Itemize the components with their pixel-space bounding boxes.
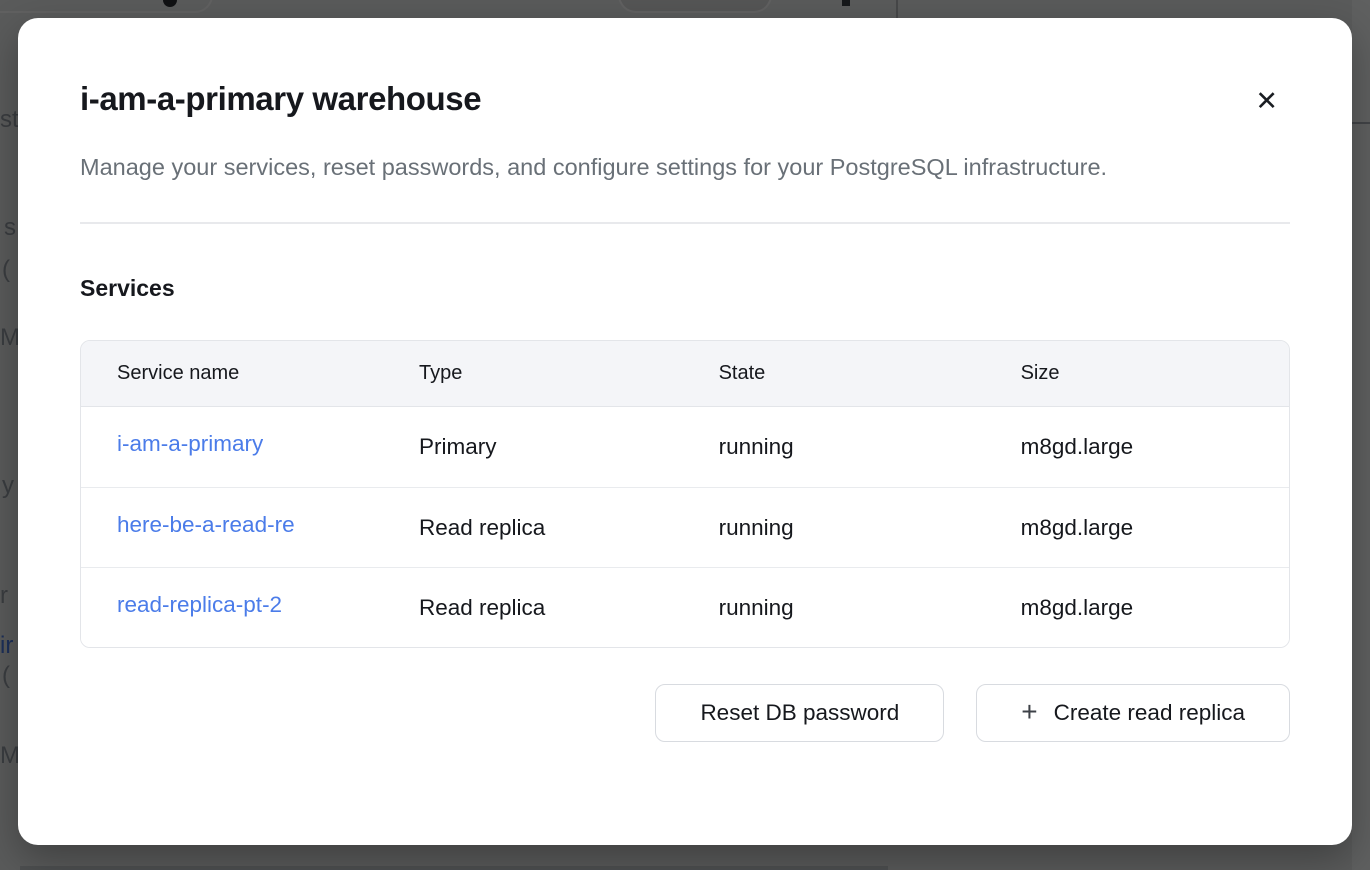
services-table: Service name Type State Size i-am-a-prim… [80,340,1290,648]
service-state: running [683,595,985,621]
create-read-replica-button[interactable]: + Create read replica [976,684,1290,742]
reset-db-password-label: Reset DB password [700,700,899,726]
service-state: running [683,434,985,460]
service-type: Read replica [383,515,683,541]
service-size: m8gd.large [985,515,1289,541]
close-icon: ✕ [1255,86,1278,116]
column-header-type: Type [383,362,683,385]
divider [80,222,1290,224]
service-link[interactable]: here-be-a-read-re [117,512,295,538]
modal-header: i-am-a-primary warehouse ✕ [80,76,1290,122]
service-size: m8gd.large [985,595,1289,621]
service-link[interactable]: read-replica-pt-2 [117,592,282,618]
column-header-state: State [683,362,985,385]
create-read-replica-label: Create read replica [1054,700,1245,726]
column-header-size: Size [985,362,1289,385]
close-button[interactable]: ✕ [1251,84,1282,119]
column-header-service-name: Service name [81,362,383,385]
table-row: i-am-a-primary Primary running m8gd.larg… [81,407,1289,487]
services-section-heading: Services [80,272,1290,304]
plus-icon: + [1021,698,1037,726]
service-link[interactable]: i-am-a-primary [117,431,263,457]
table-header-row: Service name Type State Size [81,341,1289,407]
service-type: Read replica [383,595,683,621]
service-type: Primary [383,434,683,460]
modal-footer: Reset DB password + Create read replica [80,684,1290,742]
service-state: running [683,515,985,541]
table-row: here-be-a-read-re Read replica running m… [81,487,1289,567]
modal-title: i-am-a-primary warehouse [80,76,481,122]
modal-description: Manage your services, reset passwords, a… [80,146,1205,188]
warehouse-modal: i-am-a-primary warehouse ✕ Manage your s… [18,18,1352,845]
table-row: read-replica-pt-2 Read replica running m… [81,567,1289,647]
reset-db-password-button[interactable]: Reset DB password [655,684,944,742]
service-size: m8gd.large [985,434,1289,460]
